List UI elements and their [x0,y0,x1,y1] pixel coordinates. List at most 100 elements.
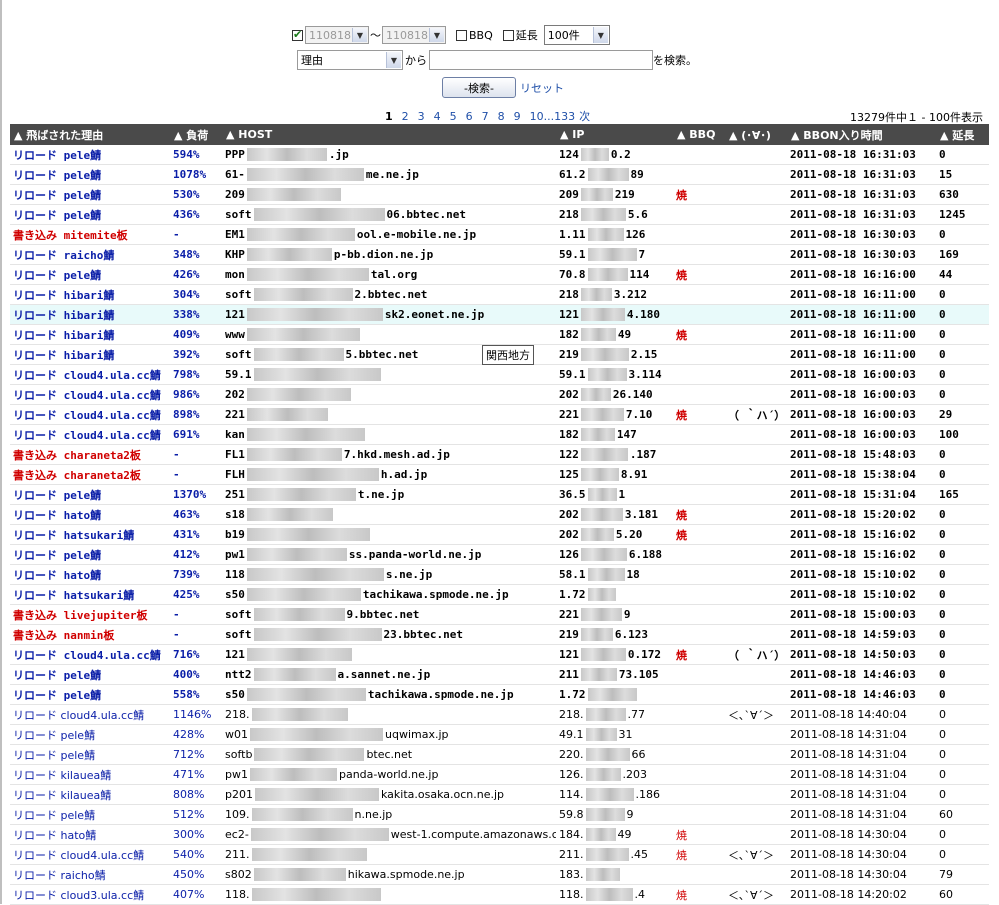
reason-cell[interactable]: リロード hibari鯖 [10,324,170,345]
table-row[interactable]: リロード cloud3.ula.cc鯖 407% 118. 118. .4 焼＜､`∀´＞… [10,884,989,905]
search-button[interactable]: -検索- [442,77,516,98]
page-link[interactable]: 9 [514,110,521,123]
reason-cell[interactable]: リロード kilauea鯖 [10,784,170,805]
table-row[interactable]: リロード pele鯖 594% PPP .jp 124 0.2 2011-08-18 16:… [10,145,989,165]
reason-cell[interactable]: リロード pele鯖 [10,724,170,745]
reason-cell[interactable]: リロード hibari鯖 [10,344,170,365]
reason-cell[interactable]: リロード pele鯖 [10,744,170,765]
page-link[interactable]: 7 [482,110,489,123]
reason-cell[interactable]: リロード cloud4.ula.cc鯖 [10,424,170,445]
reset-link[interactable]: リセット [520,80,564,96]
page-link[interactable]: 5 [450,110,457,123]
reason-cell[interactable]: リロード cloud4.ula.cc鯖 [10,704,170,725]
col-bbq[interactable]: ▲ BBQ [673,124,725,145]
table-row[interactable]: リロード kilauea鯖 808% p201 kakita.osaka.ocn.ne… [10,784,989,805]
date-to-select[interactable]: 110818 ▼ [382,26,446,44]
reason-cell[interactable]: リロード hato鯖 [10,564,170,585]
table-row[interactable]: リロード pele鯖 1078% 61- me.ne.jp 61.2 89 2011-08-… [10,164,989,185]
col-load[interactable]: ▲ 負荷 [170,124,222,145]
table-row[interactable]: 書き込み charaneta2板 - FL1 7.hkd.mesh.ad.jp 122.… [10,444,989,465]
page-link[interactable]: 8 [498,110,505,123]
table-row[interactable]: リロード pele鯖 400% ntt2 a.sannet.ne.jp 211 73.10… [10,664,989,685]
page-link[interactable]: 2 [402,110,409,123]
col-time[interactable]: ▲ BBON入り時間 [787,124,936,145]
reason-cell[interactable]: 書き込み mitemite板 [10,224,170,245]
reason-cell[interactable]: リロード hatsukari鯖 [10,584,170,605]
reason-cell[interactable]: リロード pele鯖 [10,484,170,505]
table-row[interactable]: リロード pele鯖 712% softb btec.net 220. 66 2011-08… [10,744,989,765]
reason-cell[interactable]: リロード pele鯖 [10,544,170,565]
table-row[interactable]: リロード hato鯖 300% ec2- west-1.compute.amazona… [10,824,989,845]
reason-cell[interactable]: リロード hibari鯖 [10,304,170,325]
page-link[interactable]: 次 [579,110,590,123]
reason-cell[interactable]: 書き込み charaneta2板 [10,444,170,465]
table-row[interactable]: リロード raicho鯖 348% KHP p-bb.dion.ne.jp 59.1 7 2… [10,244,989,265]
table-row[interactable]: リロード hibari鯖 304% soft 2.bbtec.net 218 3.212 2… [10,284,989,305]
reason-cell[interactable]: リロード pele鯖 [10,684,170,705]
reason-cell[interactable]: リロード pele鯖 [10,204,170,225]
table-row[interactable]: リロード pele鯖 1370% 251 t.ne.jp 36.5 1 2011-08-18… [10,484,989,505]
col-ip[interactable]: ▲ IP [556,124,673,145]
col-ext[interactable]: ▲ 延長 [936,124,989,145]
date-filter-checkbox[interactable] [292,28,303,41]
table-row[interactable]: 書き込み charaneta2板 - FLH h.ad.jp 125 8.91 2011-0… [10,464,989,485]
table-row[interactable]: リロード hatsukari鯖 431% b19 202 5.20 焼 2011-08-18… [10,524,989,545]
reason-cell[interactable]: 書き込み charaneta2板 [10,464,170,485]
table-row[interactable]: リロード pele鯖 426% mon tal.org 70.8 114 焼 2011-08-… [10,264,989,285]
table-row[interactable]: リロード cloud4.ula.cc鯖 798% 59.1 59.1 3.114 2011… [10,364,989,385]
page-link[interactable]: 4 [434,110,441,123]
table-row[interactable]: リロード pele鯖 530% 209 209 219 焼 2011-08-18 16:31… [10,184,989,205]
table-row[interactable]: 書き込み nanmin板 - soft 23.bbtec.net 219 6.123 201… [10,624,989,645]
table-row[interactable]: 書き込み mitemite板 - EM1 ool.e-mobile.ne.jp 1.11… [10,224,989,245]
table-row[interactable]: リロード pele鯖 412% pw1 ss.panda-world.ne.jp 126… [10,544,989,565]
table-row[interactable]: リロード hato鯖 739% 118 s.ne.jp 58.1 18 2011-08-18… [10,564,989,585]
reason-cell[interactable]: 書き込み nanmin板 [10,624,170,645]
table-row[interactable]: リロード pele鯖 512% 109. n.ne.jp 59.8 9 2011-08-18… [10,804,989,825]
page-link[interactable]: 3 [418,110,425,123]
reason-cell[interactable]: リロード pele鯖 [10,164,170,185]
table-row[interactable]: 書き込み livejupiter板 - soft 9.bbtec.net 221 9 201… [10,604,989,625]
reason-cell[interactable]: リロード hato鯖 [10,504,170,525]
table-row[interactable]: リロード kilauea鯖 471% pw1 panda-world.ne.jp 126… [10,764,989,785]
table-row[interactable]: リロード cloud4.ula.cc鯖 540% 211. 211. .45 焼＜､`∀´… [10,844,989,865]
table-row[interactable]: リロード pele鯖 436% soft 06.bbtec.net 218 5.6 2011… [10,204,989,225]
table-row[interactable]: リロード hibari鯖 409% www 182 49 焼 2011-08-18 16:1… [10,324,989,345]
table-row[interactable]: リロード cloud4.ula.cc鯖 691% kan 182 147 2011-08-… [10,424,989,445]
table-row[interactable]: リロード cloud4.ula.cc鯖 898% 221 221 7.10 焼（ ｀ハ´）… [10,404,989,425]
reason-cell[interactable]: リロード cloud4.ula.cc鯖 [10,404,170,425]
reason-cell[interactable]: リロード pele鯖 [10,184,170,205]
reason-cell[interactable]: リロード pele鯖 [10,664,170,685]
reason-cell[interactable]: リロード hato鯖 [10,824,170,845]
reason-cell[interactable]: リロード pele鯖 [10,804,170,825]
page-link[interactable]: ...133 [544,110,576,123]
per-page-select[interactable]: 100件 ▼ [543,25,610,45]
reason-cell[interactable]: リロード kilauea鯖 [10,764,170,785]
reason-select[interactable]: 理由 ▼ [297,50,403,70]
table-row[interactable]: リロード cloud4.ula.cc鯖 986% 202 202 26.140 2011-… [10,384,989,405]
bbq-checkbox[interactable] [456,29,467,41]
reason-cell[interactable]: リロード hibari鯖 [10,284,170,305]
table-row[interactable]: リロード pele鯖 558% s50 tachikawa.spmode.ne.jp 1… [10,684,989,705]
col-face[interactable]: ▲ (･∀･) [725,124,787,145]
table-row[interactable]: リロード hatsukari鯖 425% s50 tachikawa.spmode.n… [10,584,989,605]
page-link[interactable]: 6 [466,110,473,123]
reason-cell[interactable]: リロード raicho鯖 [10,244,170,265]
reason-cell[interactable]: リロード hatsukari鯖 [10,524,170,545]
reason-cell[interactable]: リロード raicho鯖 [10,864,170,885]
reason-cell[interactable]: リロード pele鯖 [10,264,170,285]
table-row[interactable]: リロード cloud4.ula.cc鯖 1146% 218. 218. .77 ＜､`∀´… [10,704,989,725]
col-reason[interactable]: ▲ 飛ばされた理由 [10,124,170,145]
reason-cell[interactable]: リロード cloud4.ula.cc鯖 [10,844,170,865]
reason-cell[interactable]: リロード cloud4.ula.cc鯖 [10,384,170,405]
table-row[interactable]: リロード hibari鯖 338% 121 sk2.eonet.ne.jp 121 4.1… [10,304,989,325]
table-row[interactable]: リロード cloud4.ula.cc鯖 716% 121 121 0.172 焼（ ｀ハ´… [10,644,989,665]
table-row[interactable]: リロード hato鯖 463% s18 202 3.181 焼 2011-08-18 15:… [10,504,989,525]
table-row[interactable]: リロード pele鯖 428% w01 uqwimax.jp 49.1 31 2011-08… [10,724,989,745]
search-input[interactable] [429,50,653,70]
page-link[interactable]: 10 [530,110,544,123]
reason-cell[interactable]: 書き込み livejupiter板 [10,604,170,625]
table-row[interactable]: リロード raicho鯖 450% s802 hikawa.spmode.ne.jp 1… [10,864,989,885]
reason-cell[interactable]: リロード cloud4.ula.cc鯖 [10,644,170,665]
reason-cell[interactable]: リロード cloud4.ula.cc鯖 [10,364,170,385]
reason-cell[interactable]: リロード pele鯖 [10,145,170,165]
